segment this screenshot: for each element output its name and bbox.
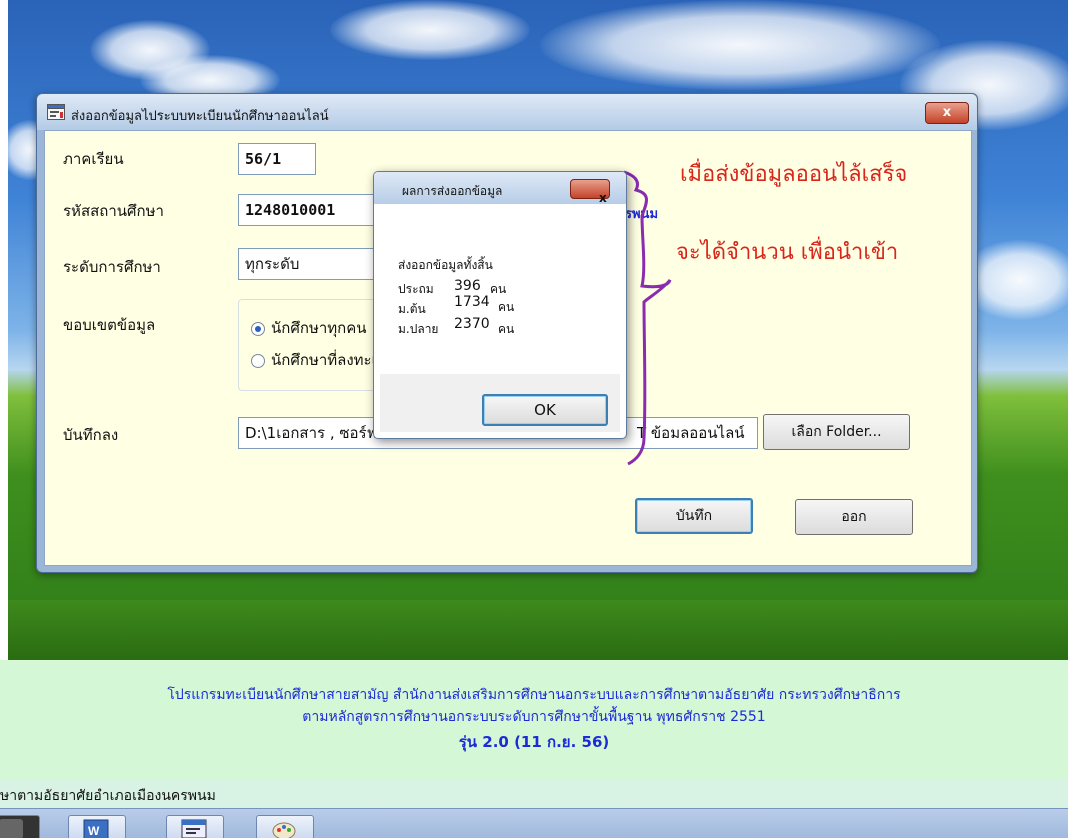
dialog-footer: OK <box>380 374 620 432</box>
footer-line-1: โปรแกรมทะเบียนนักศึกษาสายสามัญ สำนักงานส… <box>167 687 901 703</box>
save-to-label: บันทึกลง <box>63 426 119 444</box>
scope-registered-label[interactable]: นักศึกษาที่ลงทะเ <box>271 348 377 372</box>
form-icon <box>181 819 207 838</box>
choose-folder-button[interactable]: เลือก Folder... <box>763 414 910 450</box>
taskbar-app-button[interactable] <box>0 815 40 838</box>
level-select-value: ทุกระดับ <box>245 255 300 273</box>
window-titlebar[interactable]: ส่งออกข้อมูลไประบบทะเบียนนักศึกษาออนไลน์… <box>37 94 977 130</box>
school-code-label: รหัสสถานศึกษา <box>63 202 164 220</box>
status-bar: ษาตามอัธยาศัยอำเภอเมืองนครพนม <box>0 780 1068 808</box>
semester-input[interactable]: 56/1 <box>238 143 316 175</box>
scope-registered-radio[interactable] <box>251 354 265 368</box>
close-icon: x <box>942 105 952 120</box>
dialog-row-unit: คน <box>490 282 507 296</box>
annotation-bracket <box>623 170 672 466</box>
annotation-line-2: จะได้จำนวน เพื่อนำเข้า <box>676 240 899 265</box>
status-text: ษาตามอัธยาศัยอำเภอเมืองนครพนม <box>0 788 216 804</box>
dialog-close-button[interactable]: x <box>570 179 610 205</box>
annotation-line-1: เมื่อส่งข้อมูลออนไล้เสร็จ <box>680 162 908 187</box>
scope-label: ขอบเขตข้อมูล <box>63 316 156 334</box>
dialog-row-count: 396 <box>454 278 481 294</box>
dialog-row-count: 1734 <box>454 294 490 310</box>
dialog-row-level: ม.ต้น <box>398 302 426 316</box>
footer-line-2: ตามหลักสูตรการศึกษานอกระบบระดับการศึกษาข… <box>302 709 766 725</box>
scope-all-radio[interactable] <box>251 322 265 336</box>
exit-button[interactable]: ออก <box>795 499 913 535</box>
app-icon <box>0 819 23 838</box>
word-icon: W <box>83 819 109 838</box>
taskbar: W <box>0 808 1068 838</box>
taskbar-paint-button[interactable] <box>256 815 314 838</box>
dialog-row-unit: คน <box>498 300 515 314</box>
window-close-button[interactable]: x <box>925 102 969 124</box>
ok-button[interactable]: OK <box>482 394 608 426</box>
program-footer: โปรแกรมทะเบียนนักศึกษาสายสามัญ สำนักงานส… <box>0 660 1068 780</box>
semester-label: ภาคเรียน <box>63 150 124 168</box>
export-result-dialog: ผลการส่งออกข้อมูล x ส่งออกข้อมูลทั้งสิ้น… <box>373 171 627 439</box>
wallpaper-hills <box>8 600 1068 660</box>
dialog-row-count: 2370 <box>454 316 490 332</box>
svg-text:W: W <box>88 824 100 838</box>
dialog-title: ผลการส่งออกข้อมูล <box>402 184 503 198</box>
desktop: ส่งออกข้อมูลไประบบทะเบียนนักศึกษาออนไลน์… <box>0 0 1068 838</box>
school-code-input[interactable]: 1248010001 <box>238 194 385 226</box>
wallpaper-cloud <box>540 0 940 90</box>
save-button[interactable]: บันทึก <box>635 498 753 534</box>
dialog-row-level: ประถม <box>398 282 434 296</box>
dialog-titlebar[interactable]: ผลการส่งออกข้อมูล x <box>374 172 626 205</box>
level-label: ระดับการศึกษา <box>63 258 161 276</box>
paint-icon <box>272 822 296 838</box>
dialog-heading: ส่งออกข้อมูลทั้งสิ้น <box>398 258 493 272</box>
dialog-body: ส่งออกข้อมูลทั้งสิ้น ประถม 396 คน ม.ต้น … <box>380 204 620 374</box>
window-title: ส่งออกข้อมูลไประบบทะเบียนนักศึกษาออนไลน์ <box>71 109 329 124</box>
wallpaper-cloud <box>330 0 530 60</box>
scope-all-label[interactable]: นักศึกษาทุกคน <box>271 316 367 340</box>
footer-version: รุ่น 2.0 (11 ก.ย. 56) <box>458 733 610 751</box>
taskbar-word-button[interactable]: W <box>68 815 126 838</box>
taskbar-form-button[interactable] <box>166 815 224 838</box>
dialog-row-unit: คน <box>498 322 515 336</box>
app-form-icon <box>47 104 65 120</box>
dialog-row-level: ม.ปลาย <box>398 322 439 336</box>
